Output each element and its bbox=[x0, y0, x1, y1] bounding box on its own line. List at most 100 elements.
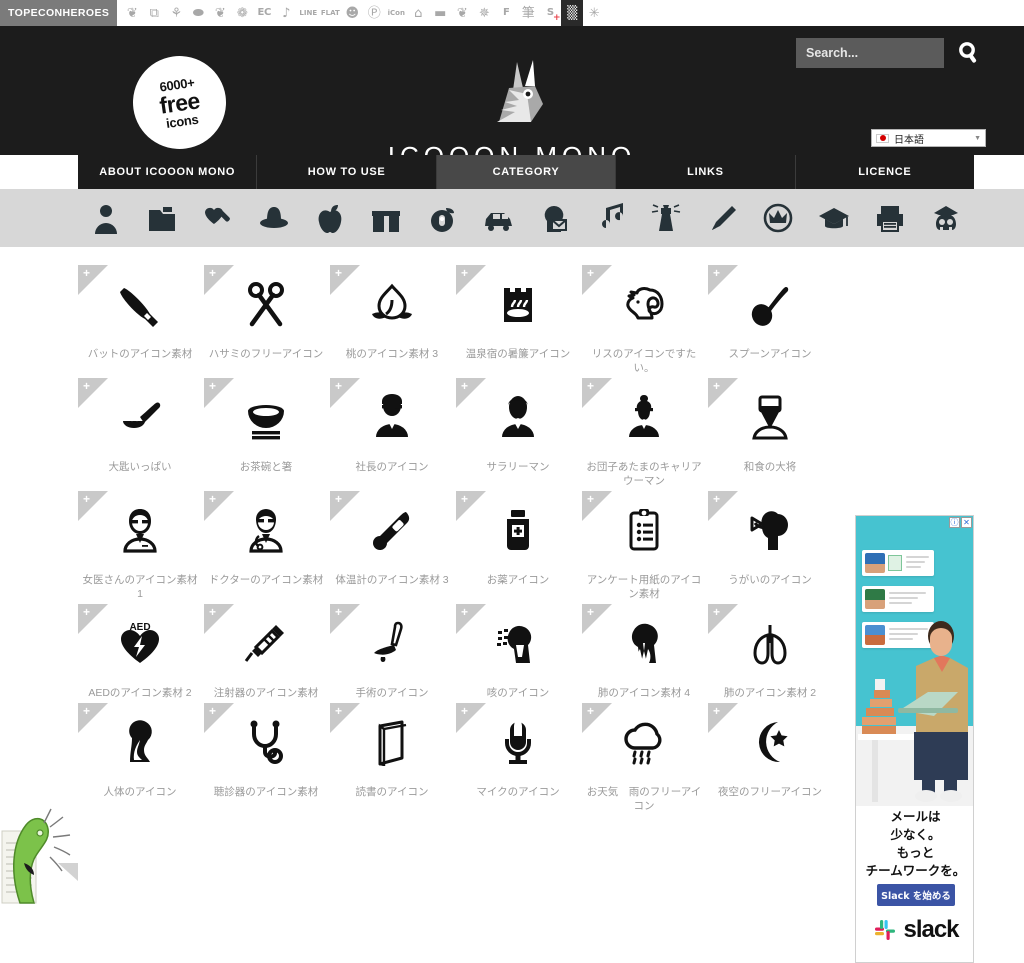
add-plus-icon[interactable]: + bbox=[713, 267, 720, 279]
building-icon[interactable]: ⌂ bbox=[407, 0, 429, 26]
icon-thumbnail-aed-icon[interactable]: + AED bbox=[78, 604, 202, 681]
add-plus-icon[interactable]: + bbox=[83, 705, 90, 717]
brush-icon[interactable]: 筆 bbox=[517, 0, 539, 26]
s-plus-icon[interactable]: S bbox=[539, 0, 561, 26]
icon-caption[interactable]: 温泉宿の暑簾アイコン bbox=[456, 347, 580, 361]
icon-caption[interactable]: 咳のアイコン bbox=[456, 686, 580, 700]
category-skull-icon[interactable] bbox=[926, 198, 966, 238]
icon-thumbnail-rice-bowl-icon[interactable]: + bbox=[204, 378, 328, 455]
icon-caption[interactable]: 肺のアイコン素材 4 bbox=[582, 686, 706, 700]
category-printer-icon[interactable] bbox=[870, 198, 910, 238]
icon-thumbnail-onsen-icon[interactable]: + bbox=[456, 265, 580, 342]
icon-caption[interactable]: スプーンアイコン bbox=[708, 347, 832, 361]
ad-cta-button[interactable]: Slack を始める bbox=[877, 884, 955, 906]
add-plus-icon[interactable]: + bbox=[209, 493, 216, 505]
icon-caption[interactable]: マイクのアイコン bbox=[456, 785, 580, 799]
icon-thumbnail-microphone-icon[interactable]: + bbox=[456, 703, 580, 780]
add-plus-icon[interactable]: + bbox=[209, 267, 216, 279]
add-plus-icon[interactable]: + bbox=[587, 705, 594, 717]
category-piggy-bank-icon[interactable] bbox=[422, 198, 462, 238]
icon-caption[interactable]: バットのアイコン素材 bbox=[78, 347, 202, 361]
speech-bubble-icon[interactable]: ⬬ bbox=[187, 0, 209, 26]
icon-caption[interactable]: リスのアイコンですたい。 bbox=[582, 347, 706, 375]
icon-caption[interactable]: お薬アイコン bbox=[456, 573, 580, 587]
icon-thumbnail-ladle-icon[interactable]: + bbox=[78, 378, 202, 455]
icon-caption[interactable]: お団子あたまのキャリアウーマン bbox=[582, 460, 706, 488]
icon-caption[interactable]: AEDのアイコン素材 2 bbox=[78, 686, 202, 700]
search-input[interactable] bbox=[796, 38, 944, 68]
icon-caption[interactable]: 注射器のアイコン素材 bbox=[204, 686, 328, 700]
sofa-icon[interactable]: ▬ bbox=[429, 0, 451, 26]
add-plus-icon[interactable]: + bbox=[83, 606, 90, 618]
ec-icon[interactable]: EC bbox=[253, 0, 275, 26]
icon-thumbnail-human-body-icon[interactable]: + bbox=[78, 703, 202, 780]
add-plus-icon[interactable]: + bbox=[713, 493, 720, 505]
icon-caption[interactable]: 人体のアイコン bbox=[78, 785, 202, 799]
add-plus-icon[interactable]: + bbox=[587, 493, 594, 505]
category-crown-badge-icon[interactable] bbox=[758, 198, 798, 238]
icon-thumbnail-lungs-icon[interactable]: + bbox=[708, 604, 832, 681]
icon-thumbnail-cough-icon[interactable]: + bbox=[456, 604, 580, 681]
add-plus-icon[interactable]: + bbox=[713, 705, 720, 717]
sparkle-icon[interactable]: ✳ bbox=[583, 0, 605, 26]
add-plus-icon[interactable]: + bbox=[335, 705, 342, 717]
add-plus-icon[interactable]: + bbox=[209, 606, 216, 618]
add-plus-icon[interactable]: + bbox=[461, 493, 468, 505]
person-cheer-icon[interactable]: ⚘ bbox=[165, 0, 187, 26]
music-note-icon[interactable]: ♪ bbox=[275, 0, 297, 26]
gear-flower-icon[interactable]: ✵ bbox=[473, 0, 495, 26]
advertisement[interactable]: ⓘ ✕ メールは 少なく。 もっと チームワークを。 Slack を始める sl… bbox=[855, 515, 974, 963]
icon-thumbnail-book-icon[interactable]: + bbox=[330, 703, 454, 780]
icon-caption[interactable]: 社長のアイコン bbox=[330, 460, 454, 474]
icon-thumbnail-peach-icon[interactable]: + bbox=[330, 265, 454, 342]
icon-thumbnail-career-woman-icon[interactable]: + bbox=[582, 378, 706, 455]
icon-thumbnail-rain-cloud-icon[interactable]: + bbox=[582, 703, 706, 780]
icon-thumbnail-medicine-icon[interactable]: + bbox=[456, 491, 580, 568]
language-selector[interactable]: 日本語 ▼ bbox=[871, 129, 986, 147]
nav-item-about-icooon-mono[interactable]: ABOUT ICOOON MONO bbox=[78, 155, 258, 189]
category-apple-icon[interactable] bbox=[310, 198, 350, 238]
icon-caption[interactable]: アンケート用紙のアイコン素材 bbox=[582, 573, 706, 601]
add-plus-icon[interactable]: + bbox=[83, 493, 90, 505]
bird-icon[interactable]: ❦ bbox=[451, 0, 473, 26]
icon-caption[interactable]: お天気 雨のフリーアイコン bbox=[582, 785, 706, 813]
icon-thumbnail-surgery-icon[interactable]: + bbox=[330, 604, 454, 681]
leaf-icon[interactable]: ❦ bbox=[209, 0, 231, 26]
icon-thumbnail-moon-star-icon[interactable]: + bbox=[708, 703, 832, 780]
search-button[interactable] bbox=[952, 37, 986, 69]
icon-caption[interactable]: ハサミのフリーアイコン bbox=[204, 347, 328, 361]
copy-icon[interactable]: ⧉ bbox=[143, 0, 165, 26]
flower-icon[interactable]: ❁ bbox=[231, 0, 253, 26]
add-plus-icon[interactable]: + bbox=[713, 606, 720, 618]
add-plus-icon[interactable]: + bbox=[461, 606, 468, 618]
add-plus-icon[interactable]: + bbox=[461, 267, 468, 279]
icon-caption[interactable]: 夜空のフリーアイコン bbox=[708, 785, 832, 799]
icon-caption[interactable]: ドクターのアイコン素材 bbox=[204, 573, 328, 587]
icon-thumbnail-chef-icon[interactable]: + bbox=[708, 378, 832, 455]
ad-close-icon[interactable]: ✕ bbox=[961, 517, 972, 528]
icon-caption[interactable]: サラリーマン bbox=[456, 460, 580, 474]
icon-caption[interactable]: 女医さんのアイコン素材 1 bbox=[78, 573, 202, 601]
icon-caption[interactable]: お茶碗と箸 bbox=[204, 460, 328, 474]
icon-caption[interactable]: 体温計のアイコン素材 3 bbox=[330, 573, 454, 587]
icon-thumbnail-lung-person-icon[interactable]: + bbox=[582, 604, 706, 681]
add-plus-icon[interactable]: + bbox=[587, 267, 594, 279]
icon-caption[interactable]: 和食の大将 bbox=[708, 460, 832, 474]
category-gift-icon[interactable] bbox=[366, 198, 406, 238]
add-plus-icon[interactable]: + bbox=[335, 606, 342, 618]
parking-icon[interactable]: Ⓟ bbox=[363, 0, 385, 26]
add-plus-icon[interactable]: + bbox=[335, 380, 342, 392]
icon-thumbnail-syringe-icon[interactable]: + bbox=[204, 604, 328, 681]
topeconheroes-brand[interactable]: TOPECONHEROES bbox=[0, 0, 118, 26]
add-plus-icon[interactable]: + bbox=[83, 267, 90, 279]
add-plus-icon[interactable]: + bbox=[587, 606, 594, 618]
add-plus-icon[interactable]: + bbox=[713, 380, 720, 392]
category-graduation-cap-icon[interactable] bbox=[814, 198, 854, 238]
add-plus-icon[interactable]: + bbox=[335, 267, 342, 279]
nav-item-licence[interactable]: LICENCE bbox=[795, 155, 975, 189]
category-person-icon[interactable] bbox=[86, 198, 126, 238]
flat-icon[interactable]: FL AT bbox=[319, 0, 341, 26]
add-plus-icon[interactable]: + bbox=[461, 705, 468, 717]
icon-thumbnail-stethoscope-icon[interactable]: + bbox=[204, 703, 328, 780]
nav-item-how-to-use[interactable]: HOW TO USE bbox=[257, 155, 437, 189]
